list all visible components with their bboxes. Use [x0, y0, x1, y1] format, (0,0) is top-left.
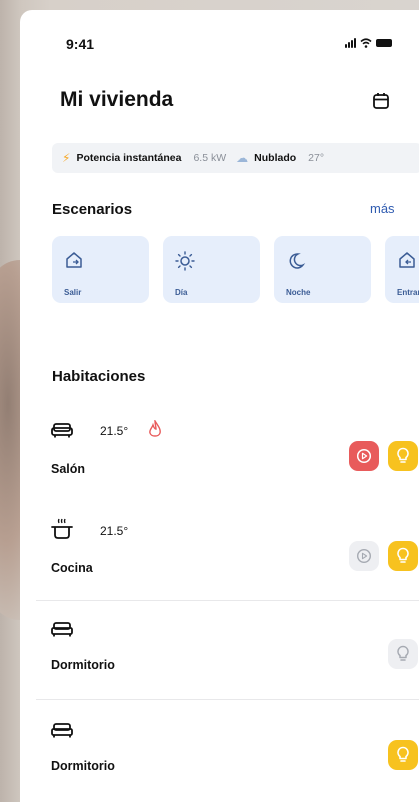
lightbulb-icon [397, 447, 409, 463]
scene-dia[interactable]: Día [163, 236, 260, 303]
bolt-icon: ⚡ [62, 151, 71, 165]
media-button[interactable] [349, 441, 379, 471]
room-name: Dormitorio [51, 759, 115, 773]
scene-label: Noche [286, 288, 311, 297]
signal-icon [345, 38, 356, 48]
scene-entrar[interactable]: Entrar [385, 236, 419, 303]
room-name: Salón [51, 462, 86, 476]
scene-label: Entrar [397, 288, 419, 297]
home-enter-icon [399, 252, 415, 268]
lightbulb-icon [397, 547, 409, 563]
moon-icon [289, 253, 306, 269]
bed-icon [51, 723, 73, 738]
room-name: Dormitorio [51, 658, 115, 672]
flame-icon [149, 420, 161, 437]
phone-screen: 9:41 Mi vivienda ⚡ Potencia instantánea … [20, 10, 419, 802]
lightbulb-icon [397, 746, 409, 762]
scenes-title: Escenarios [52, 201, 133, 218]
weather-label: Nublado [254, 152, 297, 164]
room-cocina[interactable]: 21.5° Cocina [36, 506, 419, 602]
play-icon [356, 448, 372, 464]
room-dormitorio-1[interactable]: Dormitorio [36, 601, 419, 699]
light-button[interactable] [388, 441, 418, 471]
scene-label: Salir [64, 288, 82, 297]
lightbulb-icon [397, 645, 409, 661]
sun-icon [175, 251, 195, 271]
scene-label: Día [175, 288, 188, 297]
cloud-icon: ☁ [236, 151, 249, 165]
scene-salir[interactable]: Salir [52, 236, 149, 303]
page-title: Mi vivienda [60, 88, 174, 111]
scenes-list: Salir Día Noche Entrar [52, 236, 419, 303]
calendar-icon [373, 93, 389, 109]
play-icon [356, 548, 372, 564]
wifi-icon [360, 38, 372, 48]
room-temperature: 21.5° [100, 524, 129, 538]
sofa-icon [51, 423, 73, 438]
status-bar: 9:41 [20, 10, 419, 70]
room-name: Cocina [51, 561, 93, 575]
light-button[interactable] [388, 740, 418, 770]
calendar-button[interactable] [370, 90, 392, 112]
pot-icon [51, 518, 73, 539]
status-icons [345, 38, 392, 48]
home-exit-icon [66, 252, 82, 268]
power-value: 6.5 kW [193, 152, 227, 164]
room-salon[interactable]: 21.5° Salón [36, 410, 419, 506]
bed-icon [51, 622, 73, 637]
rooms-title: Habitaciones [52, 368, 146, 385]
temperature-value: 27° [308, 152, 325, 164]
status-time: 9:41 [66, 36, 95, 52]
light-button[interactable] [388, 541, 418, 571]
info-bar: ⚡ Potencia instantánea 6.5 kW ☁ Nublado … [52, 143, 419, 173]
scene-noche[interactable]: Noche [274, 236, 371, 303]
battery-icon [376, 39, 392, 47]
power-label: Potencia instantánea [76, 152, 182, 164]
media-button[interactable] [349, 541, 379, 571]
room-temperature: 21.5° [100, 424, 129, 438]
light-button[interactable] [388, 639, 418, 669]
room-dormitorio-2[interactable]: Dormitorio [36, 700, 419, 800]
scenes-more-link[interactable]: más [370, 201, 395, 216]
